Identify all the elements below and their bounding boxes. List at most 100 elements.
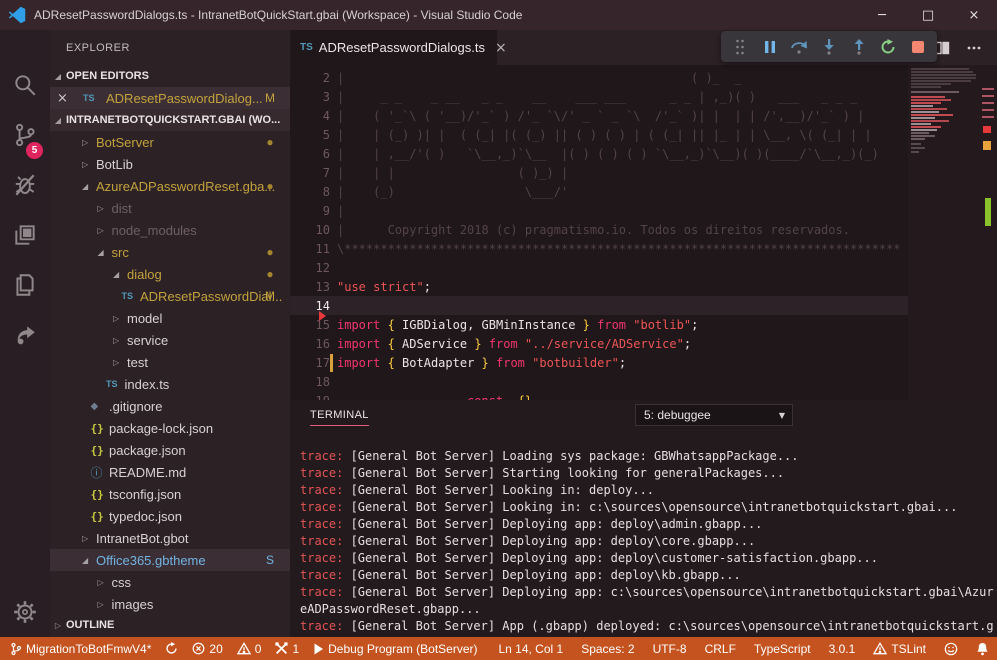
code-line-13[interactable]: 13"use strict";	[290, 277, 908, 296]
share-icon[interactable]	[0, 310, 50, 360]
line-number[interactable]: 16	[290, 337, 330, 351]
chevron-right-icon[interactable]: ▷	[98, 226, 104, 235]
minimize-button[interactable]: ─	[859, 0, 905, 30]
line-number[interactable]: 2	[290, 71, 330, 85]
line-number[interactable]: 17	[290, 356, 330, 370]
tree-file-readme-md[interactable]: ⓘREADME.md	[50, 461, 290, 483]
tree-folder-botserver[interactable]: ▷BotServer●	[50, 131, 290, 153]
eol-item[interactable]: CRLF	[705, 642, 736, 656]
code-editor[interactable]: 2| ( )_ _3| _ _ _ __ _ _ __ ___ ___ _ _ …	[290, 65, 908, 400]
pause-button[interactable]	[757, 34, 783, 60]
drag-handle[interactable]	[727, 34, 753, 60]
tree-folder-intranetbot-gbot[interactable]: ▷IntranetBot.gbot	[50, 527, 290, 549]
line-number[interactable]: 11	[290, 242, 330, 256]
settings-gear-icon[interactable]	[0, 587, 50, 637]
tree-file-tsconfig-json[interactable]: {}tsconfig.json	[50, 483, 290, 505]
code-line-2[interactable]: 2| ( )_ _	[290, 68, 908, 87]
code-line-5[interactable]: 5| | (_) )| | ( (_| |( (_) || ( ) ( ) | …	[290, 125, 908, 144]
more-actions-icon[interactable]	[959, 30, 989, 65]
chevron-right-icon[interactable]: ▷	[113, 358, 119, 367]
open-editor-item[interactable]: × TS ADResetPasswordDialog... M	[50, 87, 290, 109]
tree-file-package-json[interactable]: {}package.json	[50, 439, 290, 461]
line-number[interactable]: 8	[290, 185, 330, 199]
line-number[interactable]: 4	[290, 109, 330, 123]
terminal-output[interactable]: trace: [General Bot Server] Loading sys …	[290, 430, 997, 637]
tools-item[interactable]: 1	[275, 642, 299, 656]
line-number[interactable]: 5	[290, 128, 330, 142]
code-line-17[interactable]: 17import { BotAdapter } from "botbuilder…	[290, 353, 908, 372]
tree-folder-dialog[interactable]: ◢dialog●	[50, 263, 290, 285]
encoding-item[interactable]: UTF-8	[653, 642, 687, 656]
workspace-header[interactable]: ◢ INTRANETBOTQUICKSTART.GBAI (WO...	[50, 109, 290, 131]
line-number[interactable]: 3	[290, 90, 330, 104]
chevron-down-icon[interactable]: ◢	[113, 270, 119, 279]
line-number[interactable]: 9	[290, 204, 330, 218]
step-out-button[interactable]	[846, 34, 872, 60]
code-line-19[interactable]: 19 const {}	[290, 391, 908, 400]
tree-file-index-ts[interactable]: TSindex.ts	[50, 373, 290, 395]
chevron-right-icon[interactable]: ▷	[113, 336, 119, 345]
chevron-right-icon[interactable]: ▷	[113, 314, 119, 323]
tab-terminal[interactable]: TERMINAL	[310, 404, 369, 426]
code-line-10[interactable]: 10| Copyright 2018 (c) pragmatismo.io. T…	[290, 220, 908, 239]
minimap[interactable]	[908, 65, 980, 400]
tree-folder-model[interactable]: ▷model	[50, 307, 290, 329]
tree-file-package-lock-json[interactable]: {}package-lock.json	[50, 417, 290, 439]
code-line-7[interactable]: 7| | | ( )_) |	[290, 163, 908, 182]
errors-item[interactable]: 20	[192, 642, 222, 656]
feedback-smiley-icon[interactable]	[944, 642, 958, 656]
line-number[interactable]: 12	[290, 261, 330, 275]
tree-folder-css[interactable]: ▷css	[50, 571, 290, 593]
close-button[interactable]: ×	[951, 0, 997, 30]
code-line-6[interactable]: 6| | ,__/'( ) `\__,_)`\__ |( ) ( ) ( ) `…	[290, 144, 908, 163]
step-into-button[interactable]	[816, 34, 842, 60]
chevron-down-icon[interactable]: ◢	[98, 248, 104, 257]
chevron-down-icon[interactable]: ◢	[82, 182, 88, 191]
search-icon[interactable]	[0, 60, 50, 110]
tree-folder-test[interactable]: ▷test	[50, 351, 290, 373]
language-item[interactable]: TypeScript	[754, 642, 811, 656]
chevron-right-icon[interactable]: ▷	[98, 204, 104, 213]
open-editors-header[interactable]: ◢ OPEN EDITORS	[50, 65, 290, 87]
line-number[interactable]: 18	[290, 375, 330, 389]
stop-button[interactable]	[905, 34, 931, 60]
code-line-14[interactable]: 14	[290, 296, 908, 315]
code-line-11[interactable]: 11\*************************************…	[290, 239, 908, 258]
tree-folder-office365-gbtheme[interactable]: ◢Office365.gbthemeS	[50, 549, 290, 571]
code-line-4[interactable]: 4| ( '_`\ ( '__)/'_` ) /'_ `\/' _ ` _ `\…	[290, 106, 908, 125]
code-line-18[interactable]: 18	[290, 372, 908, 391]
tree-folder-node-modules[interactable]: ▷node_modules	[50, 219, 290, 241]
tab-close-icon[interactable]: ×	[495, 40, 507, 56]
tree-file-adresetpassworddial-[interactable]: TSADResetPasswordDial...M	[50, 285, 290, 307]
chevron-right-icon[interactable]: ▷	[82, 160, 88, 169]
chevron-right-icon[interactable]: ▷	[98, 578, 104, 587]
code-line-3[interactable]: 3| _ _ _ __ _ _ __ ___ ___ _ _ | ,_)( ) …	[290, 87, 908, 106]
line-number[interactable]: 6	[290, 147, 330, 161]
tree-folder-images[interactable]: ▷images	[50, 593, 290, 615]
tree-folder-dist[interactable]: ▷dist	[50, 197, 290, 219]
tab-adresetpassworddialogs[interactable]: TS ADResetPasswordDialogs.ts ×	[290, 30, 497, 65]
indentation-item[interactable]: Spaces: 2	[581, 642, 634, 656]
cursor-position-item[interactable]: Ln 14, Col 1	[498, 642, 563, 656]
debug-icon[interactable]	[0, 160, 50, 210]
line-number[interactable]: 10	[290, 223, 330, 237]
outline-header[interactable]: ▷ OUTLINE	[50, 614, 290, 636]
code-line-8[interactable]: 8| (_) \___/'	[290, 182, 908, 201]
source-control-icon[interactable]: 5	[0, 110, 50, 160]
line-number[interactable]: 13	[290, 280, 330, 294]
terminal-select[interactable]: 5: debuggee ▼	[635, 404, 793, 426]
warnings-item[interactable]: 0	[237, 642, 262, 656]
line-number[interactable]: 7	[290, 166, 330, 180]
git-branch-item[interactable]: MigrationToBotFmwV4*	[10, 642, 151, 656]
version-item[interactable]: 3.0.1	[829, 642, 856, 656]
chevron-right-icon[interactable]: ▷	[82, 534, 88, 543]
tree-file-typedoc-json[interactable]: {}typedoc.json	[50, 505, 290, 527]
documents-icon[interactable]	[0, 260, 50, 310]
overview-ruler[interactable]	[980, 65, 997, 400]
tslint-item[interactable]: TSLint	[873, 642, 926, 656]
tree-folder-src[interactable]: ◢src●	[50, 241, 290, 263]
chevron-right-icon[interactable]: ▷	[98, 600, 104, 609]
extensions-icon[interactable]	[0, 210, 50, 260]
restart-button[interactable]	[876, 34, 902, 60]
maximize-button[interactable]: □	[905, 0, 951, 30]
